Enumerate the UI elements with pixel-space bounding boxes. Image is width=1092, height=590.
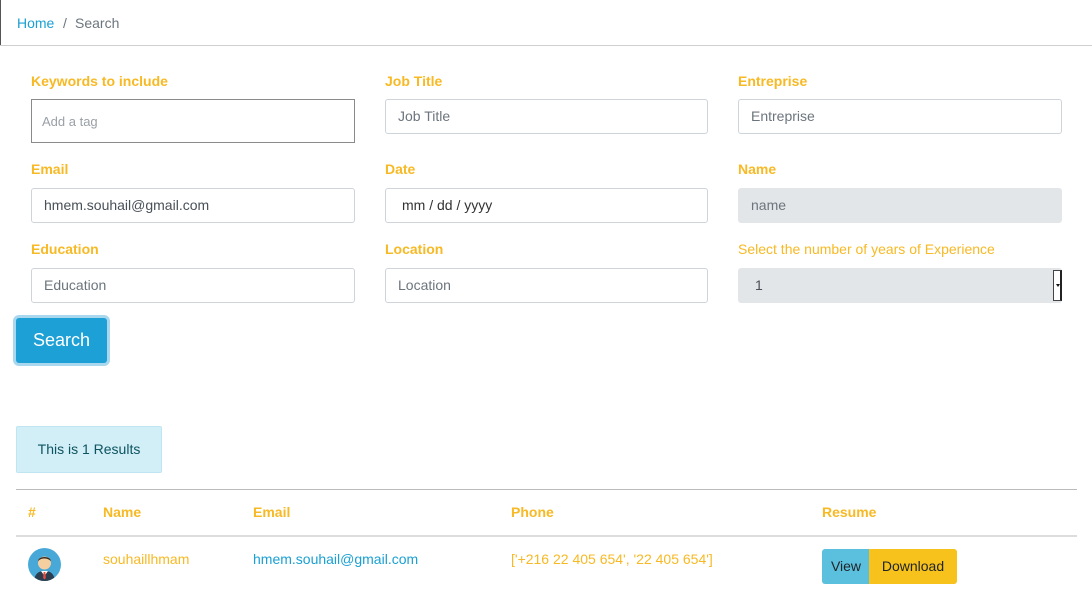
education-label: Education <box>31 241 99 257</box>
column-header-phone: Phone <box>511 504 554 520</box>
view-resume-button[interactable]: View <box>822 549 870 584</box>
email-value: hmem.souhail@gmail.com <box>44 197 210 213</box>
column-header-resume: Resume <box>822 504 877 520</box>
job-title-placeholder: Job Title <box>398 108 451 124</box>
entreprise-input[interactable]: Entreprise <box>738 99 1062 134</box>
date-format: mm / dd / yyyy <box>402 197 493 213</box>
select-arrow-icon <box>1053 270 1062 301</box>
email-field[interactable]: hmem.souhail@gmail.com <box>31 188 355 223</box>
keywords-placeholder: Add a tag <box>42 114 98 129</box>
education-placeholder: Education <box>44 277 107 293</box>
date-input[interactable]: mm / dd / yyyy <box>385 188 708 223</box>
column-header-name: Name <box>103 504 142 520</box>
breadcrumb: Home / Search <box>0 0 1092 46</box>
job-title-input[interactable]: Job Title <box>385 99 708 134</box>
table-header-border <box>16 535 1077 537</box>
name-input: name <box>738 188 1062 223</box>
location-input[interactable]: Location <box>385 268 708 303</box>
row-email-link[interactable]: hmem.souhail@gmail.com <box>253 551 418 567</box>
column-header-index: # <box>28 504 36 520</box>
experience-value: 1 <box>755 277 763 293</box>
entreprise-placeholder: Entreprise <box>751 108 815 124</box>
email-label: Email <box>31 161 69 177</box>
breadcrumb-separator: / <box>63 15 67 31</box>
keywords-tag-input[interactable]: Add a tag <box>31 99 355 143</box>
search-button[interactable]: Search <box>16 318 107 363</box>
results-count-alert: This is 1 Results <box>16 426 162 473</box>
experience-label: Select the number of years of Experience <box>738 241 995 257</box>
download-resume-button[interactable]: Download <box>869 549 957 584</box>
job-title-label: Job Title <box>385 73 443 89</box>
column-header-email: Email <box>253 504 291 520</box>
education-input[interactable]: Education <box>31 268 355 303</box>
breadcrumb-home-link[interactable]: Home <box>17 15 54 31</box>
experience-select[interactable]: 1 <box>738 268 1062 303</box>
date-label: Date <box>385 161 416 177</box>
name-placeholder: name <box>751 197 787 213</box>
avatar-icon <box>28 548 61 581</box>
row-name: souhaillhmam <box>103 551 190 567</box>
row-phone: ['+216 22 405 654', '22 405 654'] <box>511 551 713 567</box>
location-placeholder: Location <box>398 277 451 293</box>
name-label: Name <box>738 161 777 177</box>
keywords-label: Keywords to include <box>31 73 168 89</box>
location-label: Location <box>385 241 444 257</box>
breadcrumb-current: Search <box>75 15 120 31</box>
entreprise-label: Entreprise <box>738 73 808 89</box>
table-top-border <box>16 489 1077 490</box>
